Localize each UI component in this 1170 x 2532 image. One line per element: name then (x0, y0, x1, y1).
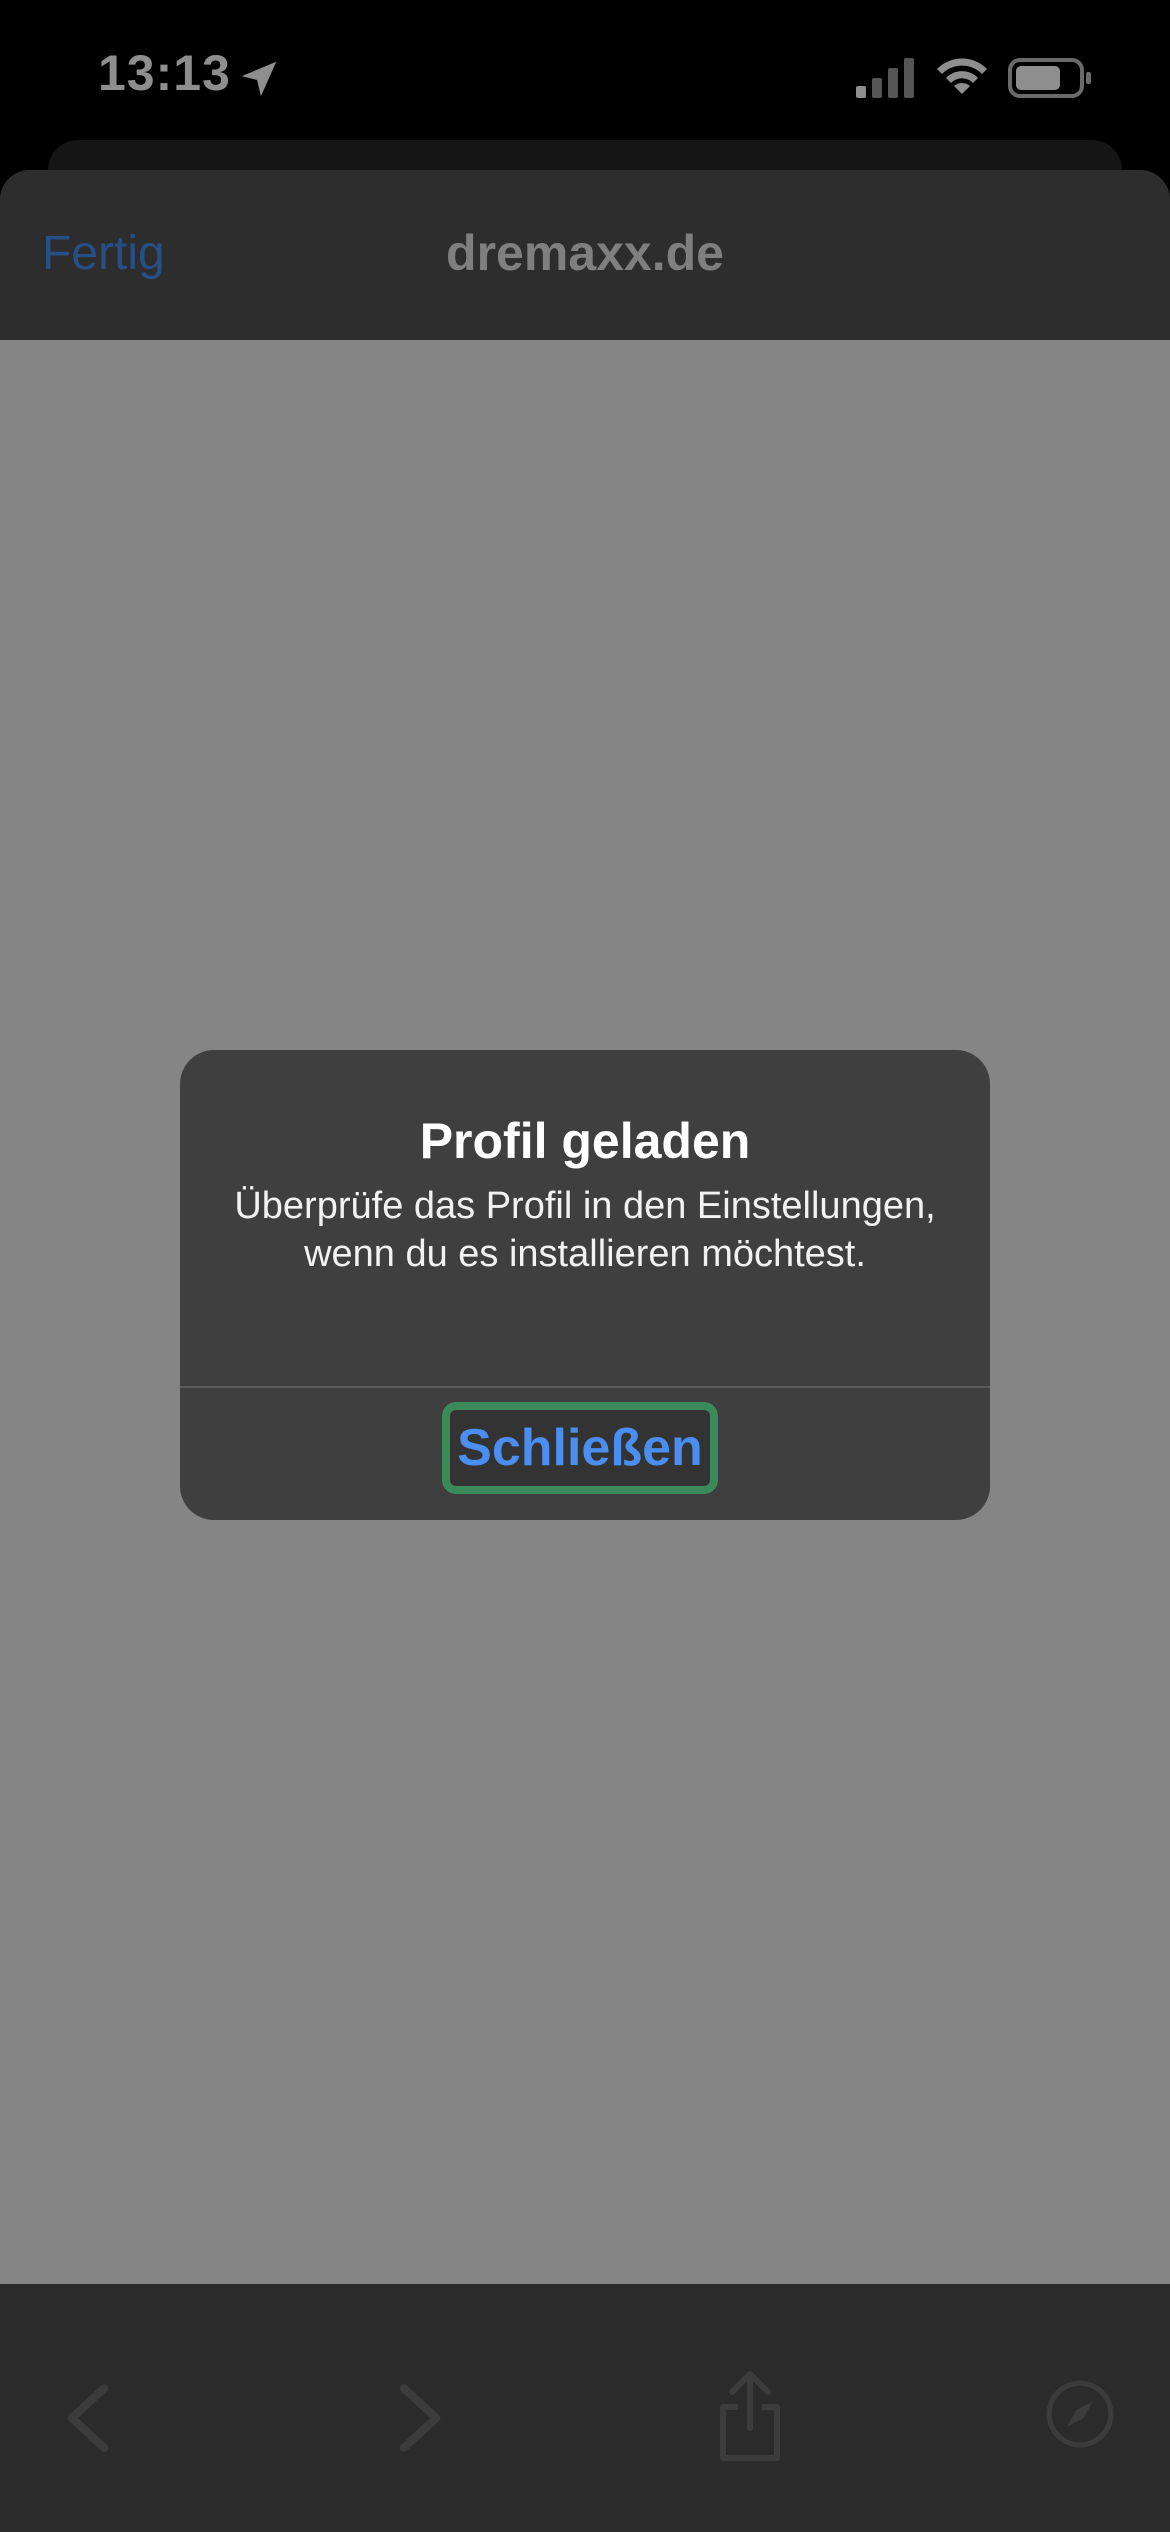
battery-icon (1008, 58, 1091, 98)
cellular-signal-icon (856, 58, 914, 98)
bottom-toolbar (0, 2284, 1170, 2532)
back-chevron-icon[interactable] (60, 2380, 116, 2456)
alert-title: Profil geladen (419, 1113, 751, 1169)
alert-divider (180, 1386, 990, 1388)
forward-chevron-icon[interactable] (392, 2380, 448, 2456)
alert-message: Überprüfe das Profil in den Einstellunge… (234, 1185, 936, 1275)
status-time: 13:13 (98, 45, 231, 101)
status-bar: 13:13 (0, 0, 1170, 150)
close-button-label: Schließen (457, 1419, 703, 1477)
nav-bar: Fertig dremaxx.de (0, 170, 1170, 340)
close-button[interactable]: Schließen (442, 1402, 718, 1494)
compass-icon[interactable] (1044, 2378, 1116, 2450)
alert-dialog: Profil geladen Überprüfe das Profil in d… (180, 1050, 990, 1520)
wifi-icon (937, 58, 987, 94)
share-icon[interactable] (714, 2368, 786, 2464)
location-arrow-icon (241, 61, 277, 97)
page-title: dremaxx.de (446, 225, 724, 281)
